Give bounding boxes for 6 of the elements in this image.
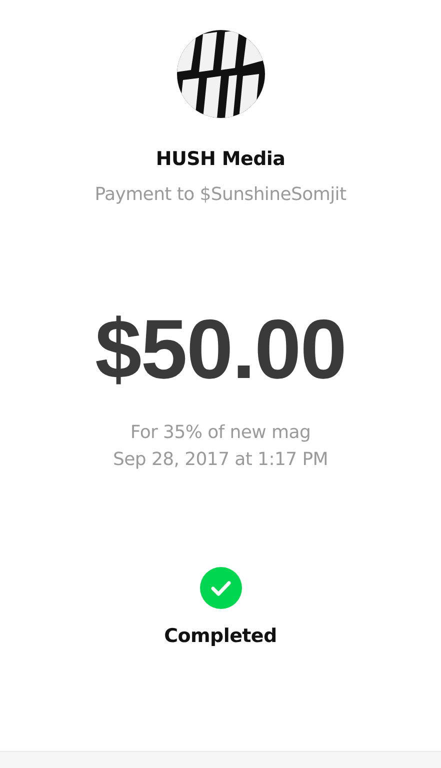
- payment-amount: $50.00: [95, 307, 346, 391]
- payment-date: Sep 28, 2017 at 1:17 PM: [113, 448, 328, 472]
- merchant-name: HUSH Media: [156, 148, 286, 170]
- payment-note: For 35% of new mag: [130, 421, 311, 445]
- payment-recipient: Payment to $SunshineSomjit: [94, 184, 346, 205]
- status-label: Completed: [164, 625, 277, 647]
